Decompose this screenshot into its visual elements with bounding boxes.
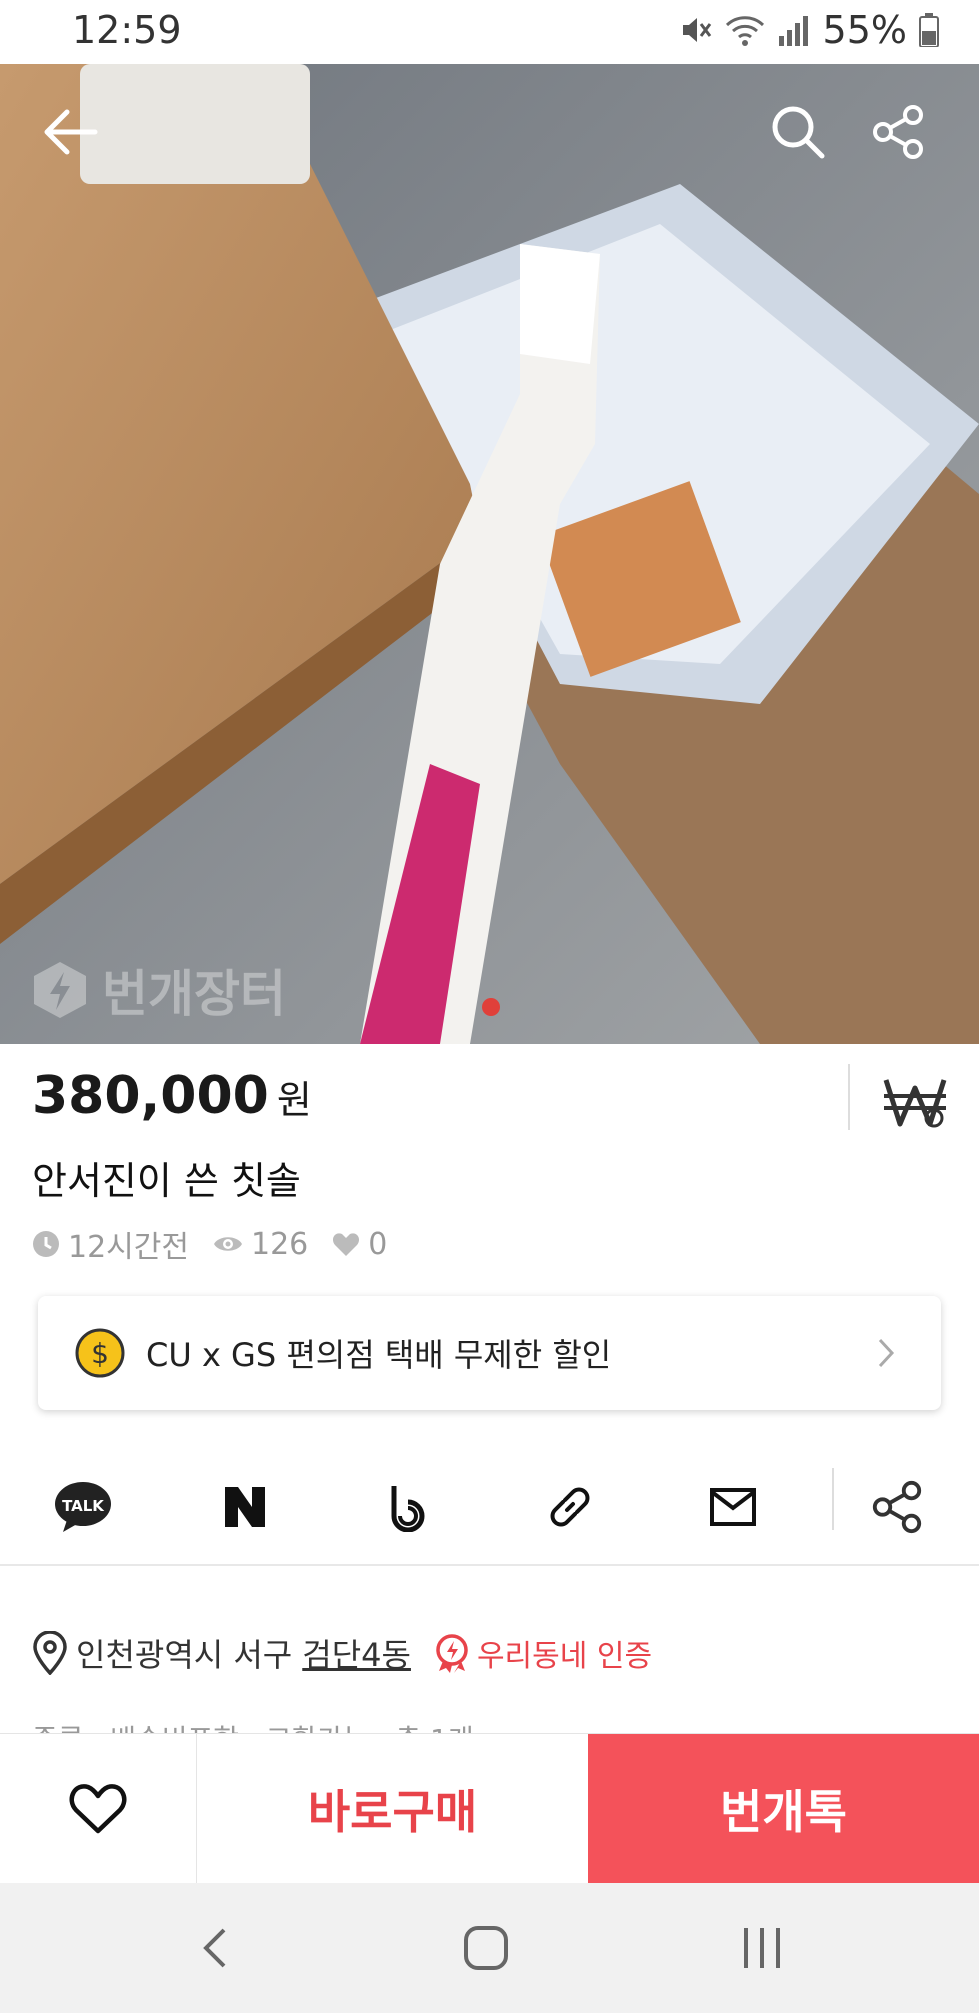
location-pin-icon (33, 1631, 67, 1675)
svg-text:$: $ (91, 1337, 109, 1370)
system-navigation-bar (0, 1883, 979, 2013)
promo-text: CU x GS 편의점 택배 무제한 할인 (146, 1336, 612, 1374)
talk-text: TALK (62, 1497, 105, 1515)
battery-percent: 55% (822, 8, 907, 52)
heart-icon (69, 1784, 127, 1834)
chevron-left-icon (203, 1928, 226, 1968)
product-meta: 12시간전 126 0 (32, 1222, 387, 1266)
mute-icon (682, 18, 711, 42)
copy-link-button[interactable] (535, 1472, 605, 1542)
watermark-text: 번개장터 (102, 965, 286, 1023)
share-kakaotalk-button[interactable]: TALK (48, 1472, 118, 1542)
share-button[interactable] (866, 100, 930, 164)
arrow-left-icon (44, 109, 98, 155)
share-band-button[interactable] (372, 1472, 442, 1542)
view-count: 126 (250, 1226, 309, 1262)
chevron-right-icon (878, 1338, 895, 1368)
product-photo (0, 64, 979, 1044)
eye-icon (213, 1237, 242, 1251)
divider (848, 1064, 850, 1130)
time-ago: 12시간전 (68, 1230, 189, 1265)
promo-banner[interactable]: $ CU x GS 편의점 택배 무제한 할인 (38, 1296, 941, 1410)
price-value: 380,000 (32, 1066, 269, 1126)
share-naver-button[interactable] (210, 1472, 280, 1542)
location-prefix: 인천광역시 서구 (76, 1636, 293, 1674)
battery-icon (919, 13, 939, 47)
share-row: TALK (0, 1450, 979, 1566)
status-bar: 12:59 55% (0, 0, 979, 64)
nav-recents-button[interactable] (732, 1923, 792, 1973)
share-email-button[interactable] (698, 1472, 768, 1542)
nav-back-button[interactable] (184, 1923, 244, 1973)
search-button[interactable] (766, 100, 830, 164)
won-offer-icon (883, 1079, 947, 1128)
band-icon (391, 1486, 425, 1532)
share-icon (872, 1480, 922, 1534)
link-icon (550, 1487, 590, 1527)
back-button[interactable] (38, 100, 102, 164)
coin-icon: $ (75, 1328, 125, 1378)
favorite-button[interactable] (0, 1734, 197, 1884)
clock-icon (33, 1231, 59, 1257)
share-more-button[interactable] (862, 1472, 932, 1542)
product-image-carousel[interactable]: 번개장터 (0, 64, 979, 1044)
share-icon (873, 105, 923, 159)
price: 380,000 원 (32, 1066, 312, 1126)
carousel-indicator (482, 998, 500, 1016)
bungae-talk-button[interactable]: 번개톡 (588, 1734, 979, 1884)
naver-icon (225, 1487, 265, 1527)
location-row: 인천광역시 서구 검단4동 우리동네 인증 (32, 1630, 652, 1676)
bolt-logo-icon (34, 962, 86, 1018)
wifi-icon (725, 16, 764, 46)
bottom-action-bar: 바로구매 번개톡 (0, 1733, 979, 1884)
signal-icon (778, 16, 808, 46)
watermark: 번개장터 (30, 954, 286, 1026)
divider (832, 1468, 834, 1530)
section-divider (0, 1564, 979, 1566)
price-unit: 원 (276, 1078, 312, 1122)
verified-badge-icon (436, 1634, 468, 1673)
search-icon (772, 106, 825, 159)
nav-home-button[interactable] (456, 1923, 516, 1973)
location-dong-link[interactable]: 검단4동 (302, 1630, 411, 1676)
verified-label: 우리동네 인증 (476, 1639, 653, 1674)
recents-icon (744, 1928, 780, 1968)
heart-small-icon (333, 1233, 360, 1256)
neighborhood-verified-badge: 우리동네 인증 (433, 1631, 652, 1675)
status-time: 12:59 (72, 8, 182, 52)
home-square-icon (464, 1926, 508, 1970)
mail-icon (710, 1488, 756, 1526)
kakaotalk-icon: TALK (55, 1482, 111, 1532)
status-icons: 55% (677, 8, 939, 52)
buy-now-button[interactable]: 바로구매 (197, 1734, 588, 1884)
product-title: 안서진이 쓴 칫솔 (32, 1159, 301, 1203)
like-count: 0 (368, 1226, 388, 1262)
price-offer-button[interactable] (880, 1066, 950, 1136)
